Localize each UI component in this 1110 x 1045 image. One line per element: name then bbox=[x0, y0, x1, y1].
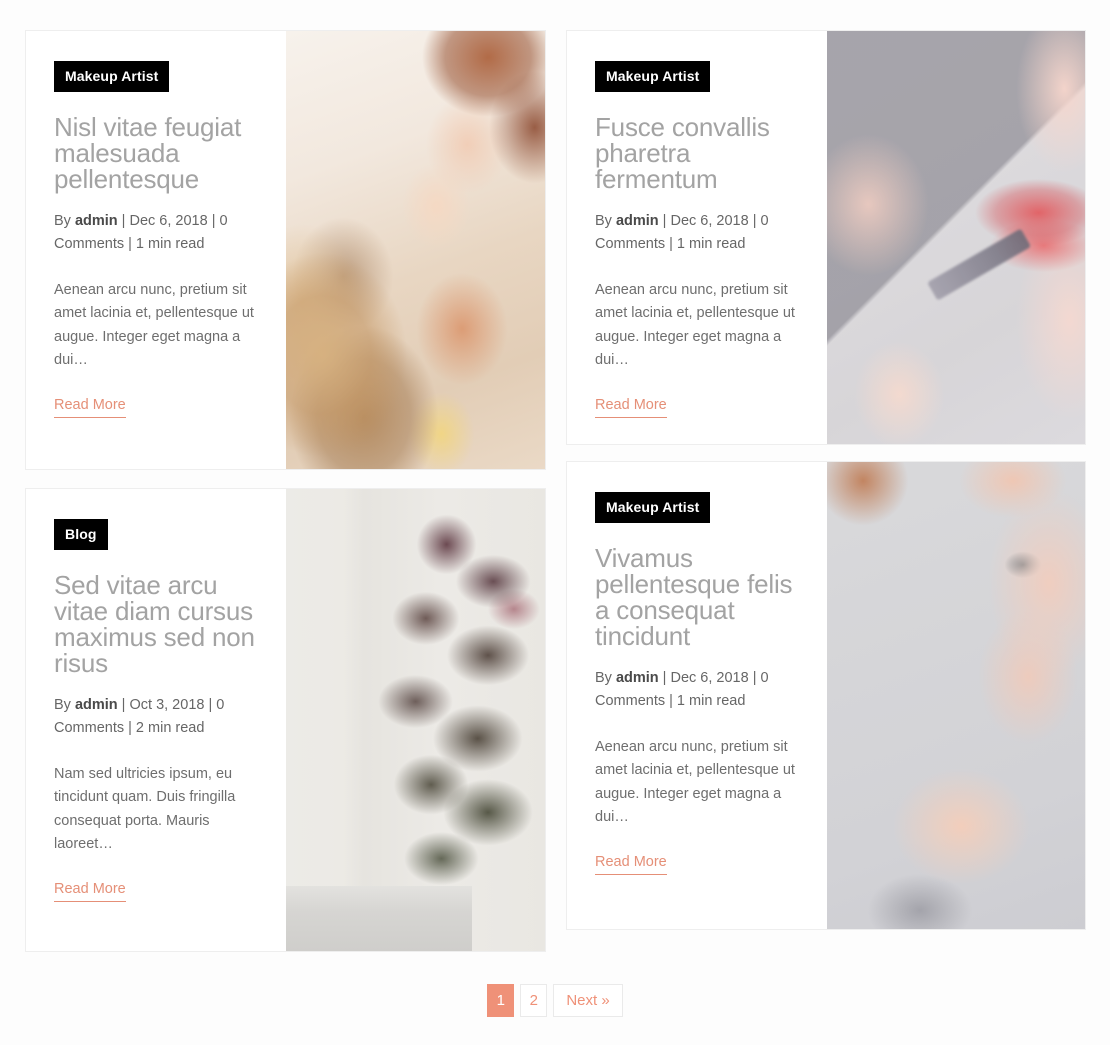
post-card[interactable]: Makeup Artist Vivamus pellentesque felis… bbox=[566, 461, 1086, 930]
read-more-link[interactable]: Read More bbox=[54, 881, 126, 903]
post-image bbox=[286, 489, 545, 951]
read-more-link[interactable]: Read More bbox=[595, 397, 667, 419]
category-badge[interactable]: Makeup Artist bbox=[54, 61, 170, 92]
post-author[interactable]: admin bbox=[616, 213, 659, 229]
read-more-link[interactable]: Read More bbox=[54, 397, 126, 419]
post-meta: By admin | Dec 6, 2018 | 0 Comments | 1 … bbox=[54, 210, 258, 257]
pagination-page-2[interactable]: 2 bbox=[520, 984, 548, 1017]
makeup-brush-icon bbox=[927, 228, 1032, 301]
eye-makeup-photo bbox=[827, 462, 1085, 929]
read-more-link[interactable]: Read More bbox=[595, 854, 667, 876]
pagination-next[interactable]: Next » bbox=[553, 984, 623, 1017]
post-meta: By admin | Dec 6, 2018 | 0 Comments | 1 … bbox=[595, 210, 799, 257]
post-title[interactable]: Fusce convallis pharetra fermentum bbox=[595, 114, 799, 192]
post-meta-by: By bbox=[595, 670, 616, 686]
post-author[interactable]: admin bbox=[75, 213, 118, 229]
post-excerpt: Nam sed ultricies ipsum, eu tincidunt qu… bbox=[54, 765, 236, 853]
blog-grid-page: Makeup Artist Nisl vitae feugiat malesua… bbox=[0, 0, 1110, 1045]
post-card[interactable]: Blog Sed vitae arcu vitae diam cursus ma… bbox=[25, 488, 546, 952]
post-meta: By admin | Dec 6, 2018 | 0 Comments | 1 … bbox=[595, 667, 799, 714]
post-author[interactable]: admin bbox=[75, 697, 118, 713]
post-card-body: Makeup Artist Vivamus pellentesque felis… bbox=[567, 462, 827, 929]
post-excerpt: Aenean arcu nunc, pretium sit amet lacin… bbox=[54, 281, 254, 369]
stone-ledge bbox=[286, 886, 473, 951]
post-card-body: Makeup Artist Nisl vitae feugiat malesua… bbox=[26, 31, 286, 469]
post-excerpt: Aenean arcu nunc, pretium sit amet lacin… bbox=[595, 281, 795, 369]
hairstyling-photo bbox=[286, 31, 545, 469]
maple-tree-photo bbox=[286, 489, 545, 951]
post-image bbox=[827, 462, 1085, 929]
post-meta-by: By bbox=[54, 213, 75, 229]
post-meta: By admin | Oct 3, 2018 | 0 Comments | 2 … bbox=[54, 694, 258, 741]
post-meta-by: By bbox=[54, 697, 75, 713]
post-title[interactable]: Sed vitae arcu vitae diam cursus maximus… bbox=[54, 572, 258, 676]
post-meta-by: By bbox=[595, 213, 616, 229]
pagination[interactable]: 1 2 Next » bbox=[0, 984, 1110, 1017]
lipstick-photo bbox=[827, 31, 1085, 444]
category-badge[interactable]: Blog bbox=[54, 519, 108, 550]
post-card-body: Makeup Artist Fusce convallis pharetra f… bbox=[567, 31, 827, 444]
category-badge[interactable]: Makeup Artist bbox=[595, 492, 711, 523]
pagination-page-1[interactable]: 1 bbox=[487, 984, 515, 1017]
post-excerpt: Aenean arcu nunc, pretium sit amet lacin… bbox=[595, 738, 795, 826]
post-title[interactable]: Nisl vitae feugiat malesuada pellentesqu… bbox=[54, 114, 258, 192]
post-author[interactable]: admin bbox=[616, 670, 659, 686]
post-image bbox=[286, 31, 545, 469]
post-card[interactable]: Makeup Artist Fusce convallis pharetra f… bbox=[566, 30, 1086, 445]
post-card-body: Blog Sed vitae arcu vitae diam cursus ma… bbox=[26, 489, 286, 951]
post-title[interactable]: Vivamus pellentesque felis a consequat t… bbox=[595, 545, 799, 649]
post-image bbox=[827, 31, 1085, 444]
post-card[interactable]: Makeup Artist Nisl vitae feugiat malesua… bbox=[25, 30, 546, 470]
category-badge[interactable]: Makeup Artist bbox=[595, 61, 711, 92]
